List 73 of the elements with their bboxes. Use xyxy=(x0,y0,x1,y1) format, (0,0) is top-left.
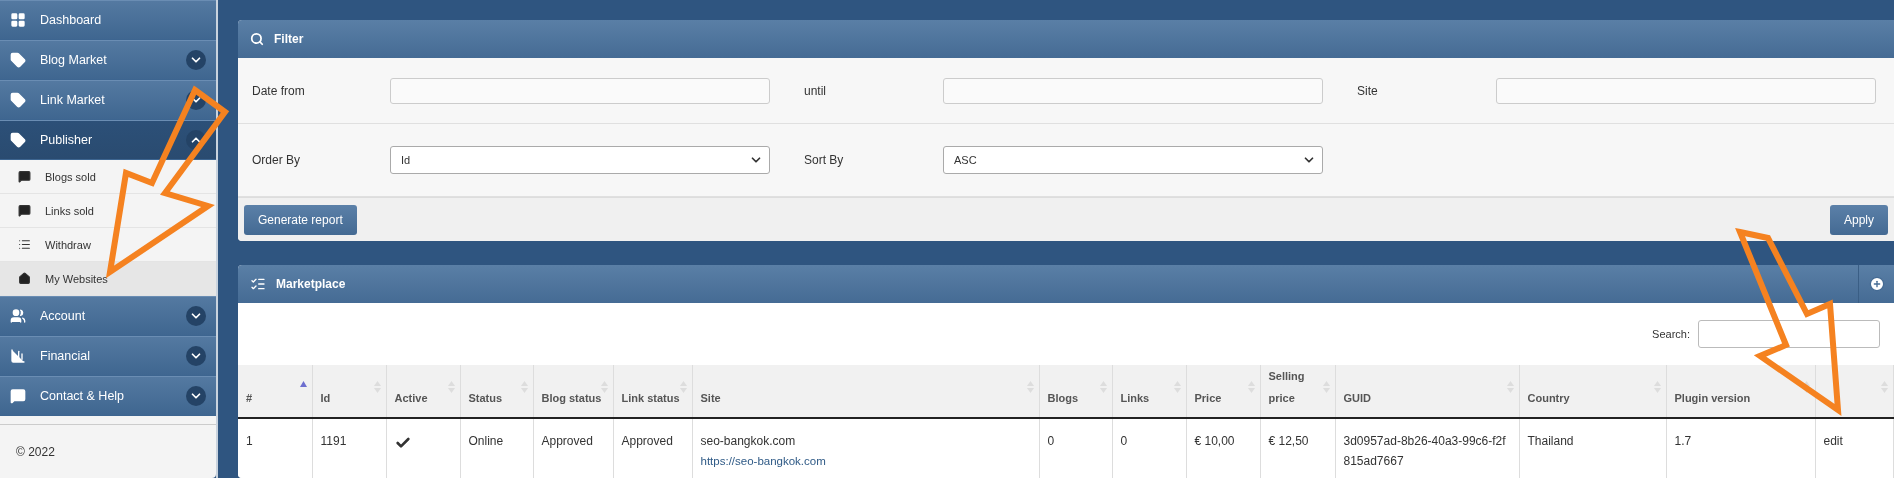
tag-icon xyxy=(10,52,26,68)
select-field[interactable]: Id xyxy=(390,146,770,174)
column-header[interactable]: Country xyxy=(1519,365,1666,418)
sidebar-subitem[interactable]: Withdraw xyxy=(0,228,216,262)
chevron-icon xyxy=(186,50,206,70)
speech-bubble-icon xyxy=(18,170,31,183)
chevron-icon xyxy=(186,346,206,366)
tag-icon xyxy=(10,92,26,108)
search-label: Search: xyxy=(1652,328,1690,340)
panel-title: Marketplace xyxy=(276,277,347,291)
column-header[interactable]: Id xyxy=(312,365,386,418)
sidebar-item[interactable]: Blog Market xyxy=(0,40,216,80)
apply-button[interactable]: Apply xyxy=(1829,204,1888,235)
grid-icon xyxy=(10,12,26,28)
field-label: Site xyxy=(1356,83,1379,98)
column-header[interactable]: Blog status xyxy=(533,365,613,418)
table-cell: € 10,00 xyxy=(1186,418,1260,478)
sidebar-item[interactable]: Financial xyxy=(0,336,216,376)
copyright-text: © 2022 xyxy=(16,445,56,459)
field-label: Date from xyxy=(252,83,306,98)
sidebar-item[interactable]: Publisher xyxy=(0,120,216,160)
plus-icon xyxy=(1868,276,1885,292)
home-icon xyxy=(18,272,31,285)
list-icon xyxy=(18,238,31,251)
column-header[interactable]: Selling price xyxy=(1260,365,1335,418)
column-header[interactable]: GUID xyxy=(1335,365,1519,418)
column-header[interactable]: Plugin version xyxy=(1666,365,1815,418)
table-cell: 1 xyxy=(238,418,312,478)
edit-link[interactable]: edit xyxy=(1823,434,1843,448)
sidebar-item[interactable]: Account xyxy=(0,296,216,336)
field-label: Order By xyxy=(252,153,301,167)
table-cell: € 12,50 xyxy=(1260,418,1335,478)
search-icon xyxy=(250,32,264,46)
sidebar-item[interactable]: Contact & Help xyxy=(0,376,216,416)
table-cell: Thailand xyxy=(1519,418,1666,478)
sidebar-subitem[interactable]: My Websites xyxy=(0,262,216,296)
site-link[interactable]: https://seo-bangkok.com xyxy=(700,455,826,467)
table-cell: 0 xyxy=(1039,418,1112,478)
table-cell: Approved xyxy=(613,418,692,478)
table-cell: Online xyxy=(460,418,533,478)
list-icon xyxy=(250,276,266,292)
speech-bubble-icon xyxy=(10,388,26,404)
table-cell: 0 xyxy=(1112,418,1186,478)
field-label: Sort By xyxy=(803,153,845,167)
column-header[interactable]: # xyxy=(238,365,312,418)
search-field[interactable] xyxy=(1698,320,1880,348)
column-header[interactable]: Active xyxy=(386,365,460,418)
select-field[interactable]: ASC xyxy=(943,146,1323,174)
column-header[interactable]: Blogs xyxy=(1039,365,1112,418)
table-cell: 1191 xyxy=(312,418,386,478)
users-icon xyxy=(10,308,26,324)
sidebar-subitem[interactable]: Links sold xyxy=(0,194,216,228)
panel-title: Filter xyxy=(274,32,305,46)
column-header[interactable]: Status xyxy=(460,365,533,418)
input-field[interactable] xyxy=(1496,77,1876,104)
column-header[interactable]: Link status xyxy=(613,365,692,418)
input-field[interactable] xyxy=(943,77,1323,104)
speech-bubble-icon xyxy=(18,204,31,217)
tag-icon xyxy=(10,132,26,148)
sidebar-subitem[interactable]: Blogs sold xyxy=(0,160,216,194)
table-cell: 1.7 xyxy=(1666,418,1815,478)
site-name: seo-bangkok.com xyxy=(700,434,796,448)
sidebar-item[interactable]: Dashboard xyxy=(0,0,216,40)
chevron-icon xyxy=(186,306,206,326)
column-header[interactable]: Site xyxy=(692,365,1039,418)
field-label: until xyxy=(803,83,827,98)
table-cell: 3d0957ad-8b26-40a3-99c6-f2f815ad7667 xyxy=(1335,418,1519,478)
input-field[interactable] xyxy=(390,77,770,104)
column-header[interactable]: Price xyxy=(1186,365,1260,418)
table-cell: Approved xyxy=(533,418,613,478)
chevron-icon xyxy=(186,386,206,406)
column-header[interactable]: Links xyxy=(1112,365,1186,418)
generate-report-button[interactable]: Generate report xyxy=(244,204,357,235)
